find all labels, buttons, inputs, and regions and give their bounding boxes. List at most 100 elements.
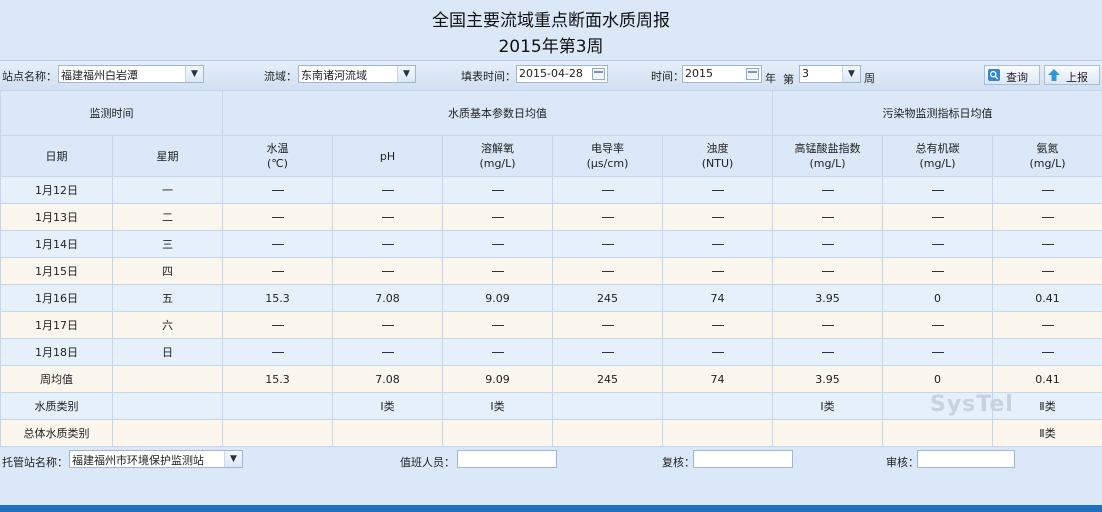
column-unit: (mg/L) — [919, 157, 956, 170]
audit-input[interactable] — [917, 450, 1015, 468]
empty-value-cell — [992, 203, 1102, 231]
empty-value-cell — [332, 257, 443, 285]
table-cell — [552, 392, 663, 420]
column-header: 日期 — [0, 135, 113, 177]
calendar-icon[interactable] — [592, 68, 605, 80]
blank-cell — [112, 392, 223, 420]
dash-mark — [711, 325, 724, 326]
dash-mark — [601, 271, 614, 272]
dash-mark — [1041, 244, 1054, 245]
empty-value-cell — [662, 338, 773, 366]
dash-mark — [821, 217, 834, 218]
column-name: 日期 — [45, 149, 68, 163]
year-input[interactable]: 2015 — [682, 65, 762, 83]
query-button[interactable]: 查询 — [984, 65, 1040, 85]
weekday-cell: 六 — [112, 311, 223, 339]
table-cell — [662, 392, 773, 420]
empty-value-cell — [772, 203, 883, 231]
empty-value-cell — [662, 230, 773, 258]
dash-mark — [821, 271, 834, 272]
table-cell: 245 — [552, 284, 663, 312]
dash-mark — [931, 352, 944, 353]
empty-value-cell — [662, 176, 773, 204]
dash-mark — [601, 244, 614, 245]
dash-mark — [821, 352, 834, 353]
empty-value-cell — [772, 230, 883, 258]
column-name: 电导率 — [591, 142, 624, 155]
dash-mark — [271, 271, 284, 272]
dash-mark — [271, 352, 284, 353]
station-select[interactable]: 福建福州白岩潭 ▼ — [58, 65, 204, 83]
column-name: 水温 — [266, 142, 289, 155]
column-header-row: 日期 星期 水温 (℃) pH 溶解氧 (mg/L) 电导率 (μs/cm) 浊度 (NTU) 高锰酸… — [0, 135, 1102, 177]
empty-value-cell — [992, 311, 1102, 339]
date-cell: 1月12日 — [0, 176, 113, 204]
chevron-down-icon: ▼ — [842, 66, 860, 82]
empty-value-cell — [222, 176, 333, 204]
basin-select[interactable]: 东南诸河流域 ▼ — [298, 65, 416, 83]
table-cell: 9.09 — [442, 284, 553, 312]
table-cell — [552, 419, 663, 447]
weekday-cell: 四 — [112, 257, 223, 285]
station-value: 福建福州白岩潭 — [61, 69, 138, 82]
empty-value-cell — [442, 230, 553, 258]
dash-mark — [1041, 190, 1054, 191]
dash-mark — [821, 244, 834, 245]
empty-value-cell — [992, 230, 1102, 258]
review-input[interactable] — [693, 450, 793, 468]
date-cell: 1月17日 — [0, 311, 113, 339]
dash-mark — [381, 217, 394, 218]
dash-mark — [271, 325, 284, 326]
empty-value-cell — [442, 338, 553, 366]
host-value: 福建福州市环境保护监测站 — [72, 454, 204, 467]
report-button[interactable]: 上报 — [1044, 65, 1100, 85]
table-cell: Ⅰ类 — [772, 392, 883, 420]
date-cell: 1月14日 — [0, 230, 113, 258]
blank-cell — [112, 419, 223, 447]
fill-time-input[interactable]: 2015-04-28 — [516, 65, 608, 83]
bottom-status-bar — [0, 505, 1102, 512]
calendar-icon[interactable] — [746, 68, 759, 80]
table-cell: 3.95 — [772, 284, 883, 312]
column-header: 电导率 (μs/cm) — [552, 135, 663, 177]
table-cell — [662, 419, 773, 447]
group-header-row: 监测时间 水质基本参数日均值 污染物监测指标日均值 — [0, 90, 1102, 136]
column-header: 氨氮 (mg/L) — [992, 135, 1102, 177]
year-unit: 年 — [765, 72, 776, 85]
week-select[interactable]: 3 ▼ — [799, 65, 861, 83]
table-cell — [222, 392, 333, 420]
duty-input[interactable] — [457, 450, 557, 468]
host-select[interactable]: 福建福州市环境保护监测站 ▼ — [69, 450, 243, 468]
report-title: 全国主要流域重点断面水质周报 — [432, 11, 670, 31]
empty-value-cell — [552, 176, 663, 204]
dash-mark — [931, 217, 944, 218]
weekday-cell: 日 — [112, 338, 223, 366]
table-cell — [222, 419, 333, 447]
table-cell — [332, 419, 443, 447]
table-cell: 15.3 — [222, 365, 333, 393]
group-header: 污染物监测指标日均值 — [772, 90, 1102, 136]
table-row: 1月13日二 — [0, 203, 1102, 231]
dash-mark — [601, 190, 614, 191]
table-cell: 15.3 — [222, 284, 333, 312]
dash-mark — [271, 244, 284, 245]
table-cell: 0.41 — [992, 365, 1102, 393]
table-cell: 0 — [882, 365, 993, 393]
upload-arrow-icon — [1048, 69, 1060, 81]
weekday-cell: 一 — [112, 176, 223, 204]
table-row: 1月17日六 — [0, 311, 1102, 339]
week-value: 3 — [802, 67, 809, 80]
empty-value-cell — [552, 257, 663, 285]
dash-mark — [491, 190, 504, 191]
dash-mark — [491, 217, 504, 218]
empty-value-cell — [992, 338, 1102, 366]
empty-value-cell — [222, 311, 333, 339]
dash-mark — [271, 217, 284, 218]
empty-value-cell — [772, 257, 883, 285]
fill-time-value: 2015-04-28 — [519, 67, 583, 80]
column-unit: (℃) — [267, 157, 288, 170]
report-week: 2015年第3周 — [498, 37, 604, 57]
table-row: 1月14日三 — [0, 230, 1102, 258]
column-header: pH — [332, 135, 443, 177]
column-unit: (mg/L) — [479, 157, 516, 170]
